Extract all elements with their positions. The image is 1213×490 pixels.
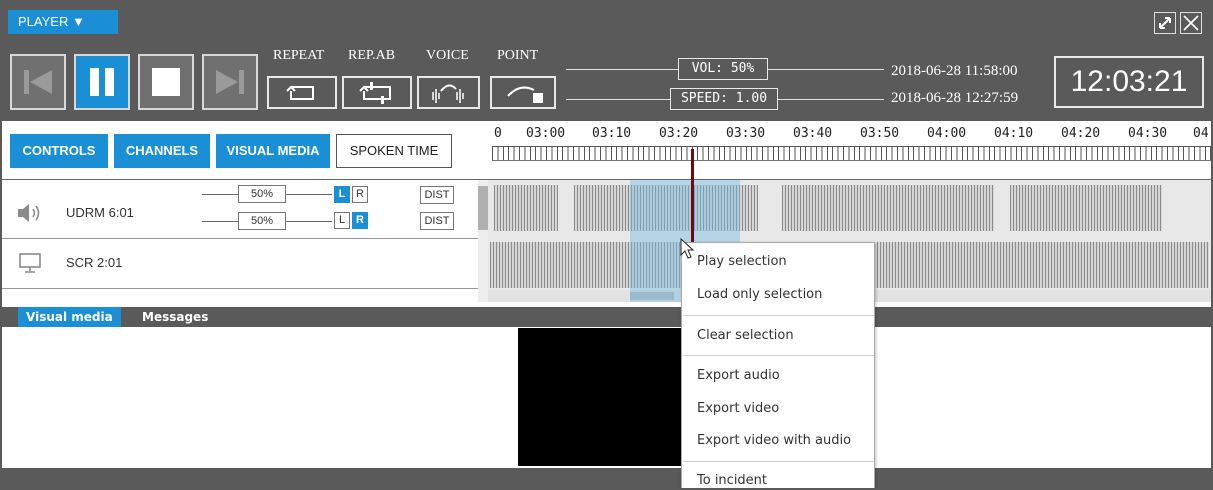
menu-item-play-selection[interactable]: Play selection: [697, 254, 787, 269]
tick-label: 04:10: [994, 126, 1034, 141]
speed-value: SPEED: 1.00: [680, 91, 768, 106]
voice-label: VOICE: [426, 48, 469, 63]
tick-label: 03:00: [526, 126, 566, 141]
speaker-icon[interactable]: [16, 201, 44, 225]
stop-icon: [152, 68, 180, 96]
tab-channels[interactable]: CHANNELS: [114, 134, 210, 168]
point-label: POINT: [497, 48, 539, 63]
speed-line-right: [778, 99, 884, 100]
pause-button[interactable]: [74, 54, 130, 110]
left-channel-l-toggle[interactable]: L: [334, 186, 350, 203]
menu-item-clear-selection[interactable]: Clear selection: [697, 328, 794, 343]
menu-item-load-only-selection[interactable]: Load only selection: [697, 287, 822, 302]
menu-item-export-video-with-audio[interactable]: Export video with audio: [697, 433, 851, 448]
scrollbar-thumb[interactable]: [478, 186, 488, 230]
speed-line-left: [566, 99, 670, 100]
player-menu-label: PLAYER ▼: [18, 14, 85, 29]
dist-button[interactable]: DIST: [420, 186, 454, 204]
current-time-clock: 12:03:21: [1054, 56, 1204, 108]
end-datetime: 2018-06-28 12:27:59: [891, 90, 1019, 106]
tick-label: 03:40: [793, 126, 833, 141]
restore-icon[interactable]: [1154, 12, 1176, 34]
right-channel-l-toggle[interactable]: L: [334, 212, 350, 229]
tick-label: 04:30: [1128, 126, 1168, 141]
slider-line: [202, 194, 238, 195]
audio-waveform-segment: [494, 185, 558, 231]
voice-button[interactable]: [417, 76, 480, 109]
repeat-ab-button[interactable]: [342, 76, 412, 109]
repeat-ab-icon: [359, 82, 391, 104]
dist-button[interactable]: DIST: [420, 212, 454, 230]
tab-controls[interactable]: CONTROLS: [10, 134, 108, 168]
tick-label: 04:00: [927, 126, 967, 141]
player-window: PLAYER ▼ REPEAT REP.AB VOICE POINT VOL: …: [0, 0, 1213, 490]
repeat-label: REPEAT: [273, 48, 325, 63]
repeat-icon: [286, 85, 314, 100]
tab-messages[interactable]: Messages: [134, 307, 216, 327]
menu-separator: [683, 315, 874, 316]
pause-icon: [90, 68, 114, 96]
volume-line-right: [768, 69, 884, 70]
skip-back-icon: [24, 70, 52, 94]
right-channel-r-toggle[interactable]: R: [352, 212, 368, 229]
volume-display[interactable]: VOL: 50%: [678, 58, 768, 80]
audio-waveform-segment: [1010, 185, 1162, 231]
skip-forward-button[interactable]: [202, 54, 258, 110]
bottom-bar: [2, 468, 1211, 488]
monitor-icon[interactable]: [18, 252, 42, 274]
tick-marks: [492, 146, 1211, 160]
volume-line-left: [566, 69, 678, 70]
tick-label: 04:20: [1061, 126, 1101, 141]
close-icon[interactable]: [1180, 12, 1202, 34]
tick-label: 04: [1193, 126, 1209, 141]
repeat-ab-label: REP.AB: [348, 48, 396, 63]
channel-divider: [2, 288, 488, 289]
start-datetime: 2018-06-28 11:58:00: [891, 63, 1018, 79]
player-menu-button[interactable]: PLAYER ▼: [8, 10, 118, 34]
slider-line: [286, 221, 332, 222]
tick-label: 03:50: [860, 126, 900, 141]
channel-name: SCR 2:01: [66, 255, 123, 270]
media-tab-bar: Visual media Messages: [2, 307, 1211, 327]
ruler-baseline: [492, 160, 1211, 161]
tab-visual-media[interactable]: VISUAL MEDIA: [216, 134, 330, 168]
skip-forward-icon: [216, 70, 244, 94]
timeline-ruler[interactable]: 0 03:00 03:10 03:20 03:30 03:40 03:50 04…: [488, 122, 1211, 180]
transport-bar: REPEAT REP.AB VOICE POINT VOL: 50% SPEED…: [2, 36, 1211, 121]
point-icon: [507, 86, 543, 103]
menu-item-to-incident[interactable]: To incident: [697, 473, 767, 488]
stop-button[interactable]: [138, 54, 194, 110]
mouse-cursor-icon: [680, 238, 695, 259]
channel-divider: [2, 238, 488, 239]
point-button[interactable]: [490, 76, 556, 109]
menu-separator: [683, 355, 874, 356]
menu-separator: [683, 461, 874, 462]
title-bar: PLAYER ▼: [2, 2, 1211, 36]
slider-line: [202, 221, 238, 222]
tick-label: 03:10: [592, 126, 632, 141]
tab-visual-media-panel[interactable]: Visual media: [18, 307, 121, 327]
repeat-button[interactable]: [267, 76, 337, 109]
menu-item-export-audio[interactable]: Export audio: [697, 368, 780, 383]
context-menu: Play selection Load only selection Clear…: [681, 242, 875, 488]
tick-label: 0: [494, 126, 502, 141]
slider-line: [286, 194, 332, 195]
right-volume[interactable]: 50%: [238, 212, 286, 230]
volume-value: VOL: 50%: [691, 61, 755, 76]
audio-waveform-segment: [782, 185, 994, 231]
channel-name: UDRM 6:01: [66, 205, 134, 220]
left-channel-r-toggle[interactable]: R: [352, 186, 368, 203]
tick-label: 03:30: [726, 126, 766, 141]
left-volume[interactable]: 50%: [238, 185, 286, 203]
speed-display[interactable]: SPEED: 1.00: [670, 88, 778, 110]
menu-item-export-video[interactable]: Export video: [697, 401, 779, 416]
voice-icon: [432, 84, 464, 103]
skip-back-button[interactable]: [10, 54, 66, 110]
vertical-scrollbar[interactable]: [478, 180, 488, 302]
tick-label: 03:20: [659, 126, 699, 141]
tab-spoken-time[interactable]: SPOKEN TIME: [336, 134, 452, 168]
video-viewport: [518, 328, 684, 466]
